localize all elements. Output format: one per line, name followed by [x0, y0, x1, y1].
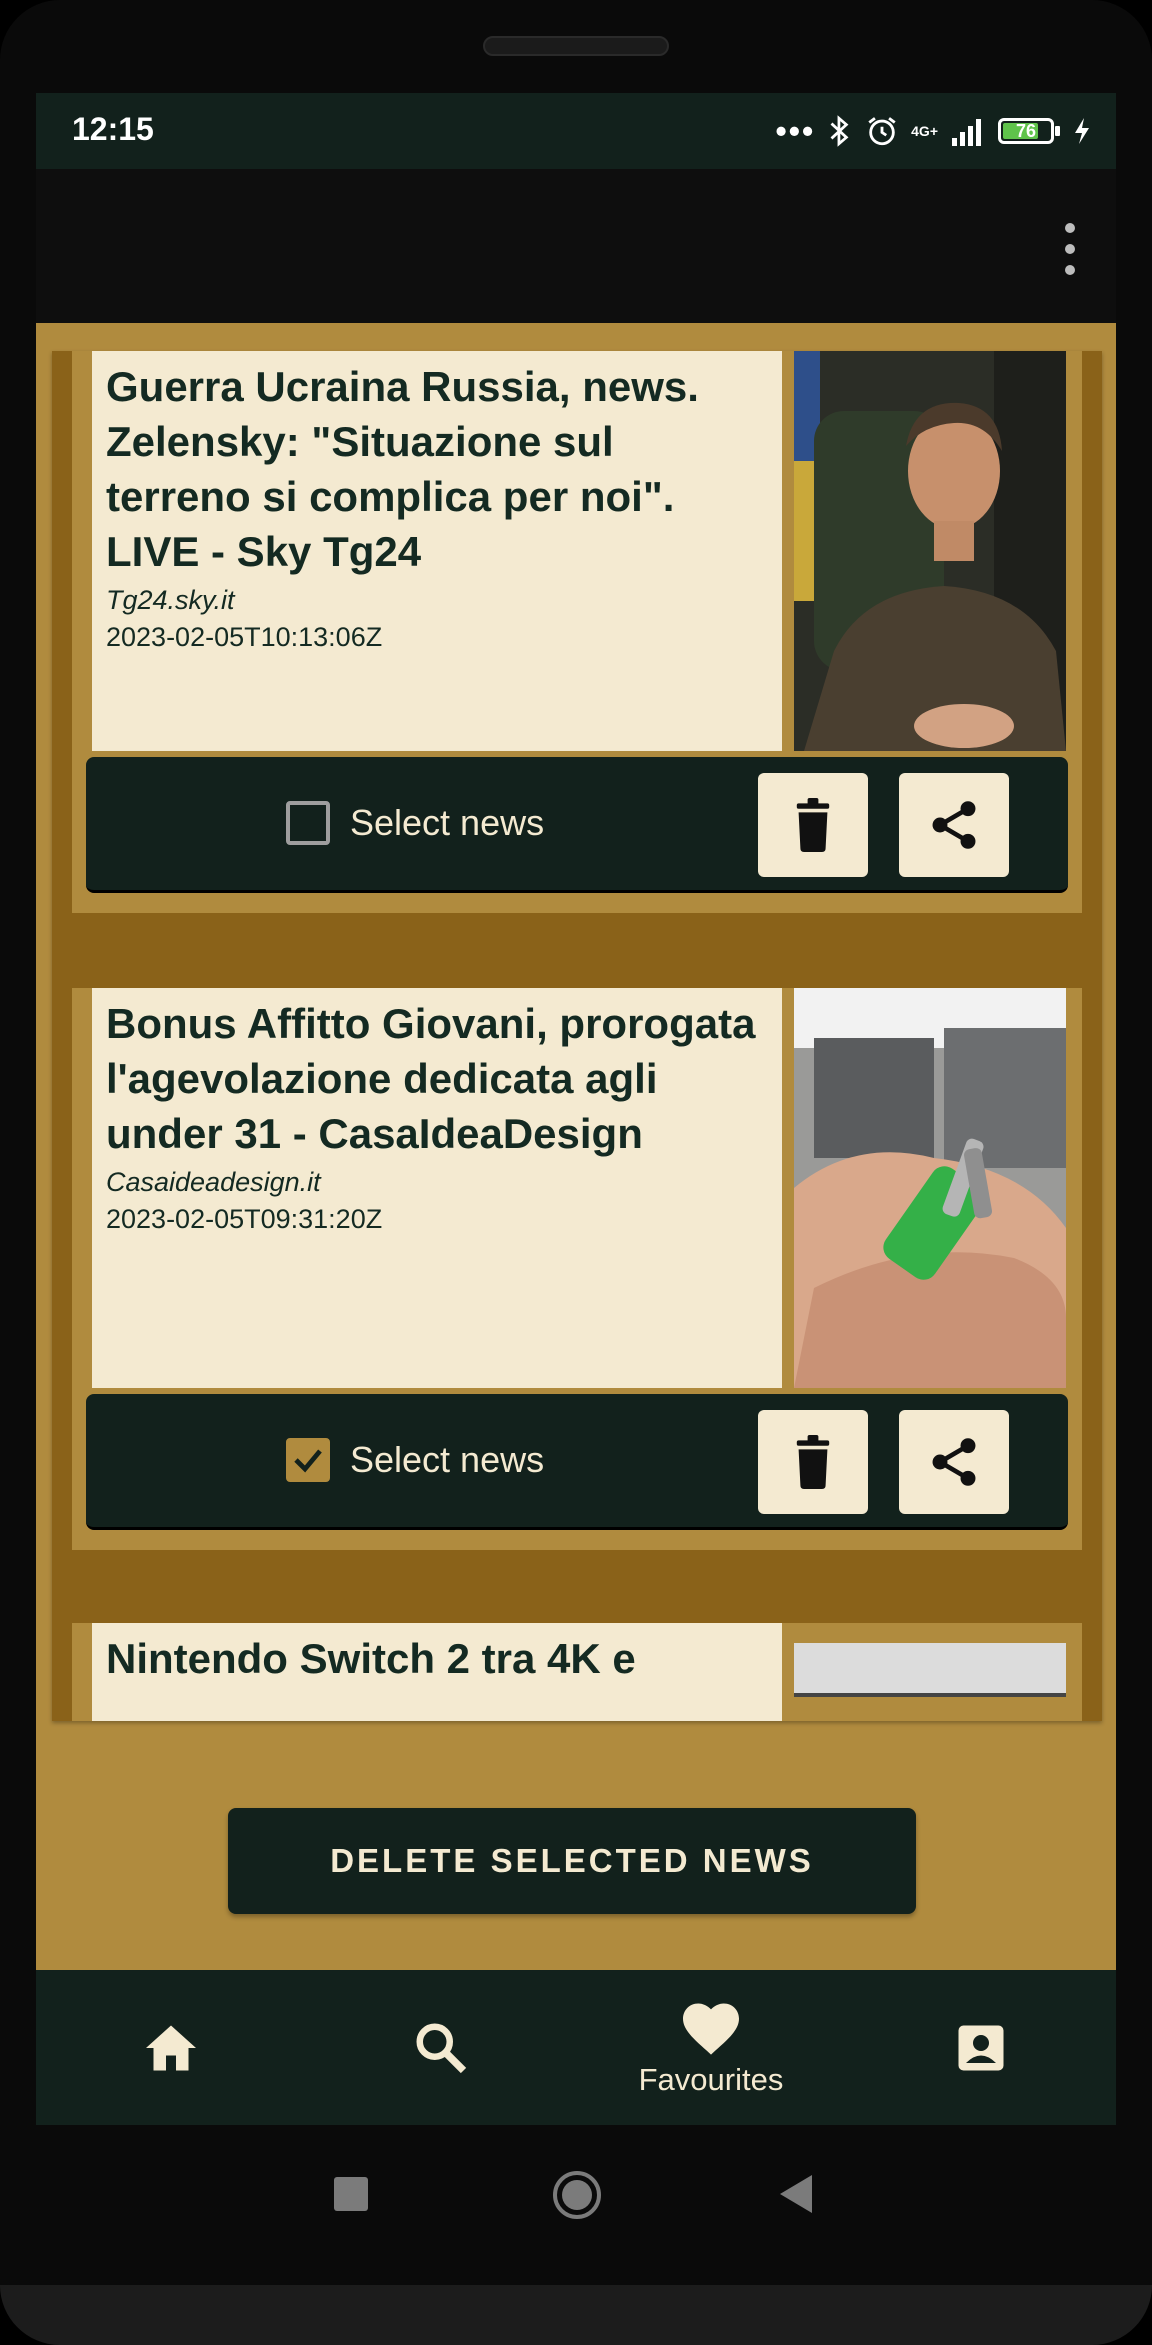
trash-icon: [796, 1435, 830, 1489]
news-card-body[interactable]: Nintendo Switch 2 tra 4K e: [92, 1623, 782, 1721]
phone-frame: 12:15 ••• 4G+ 76 Guerra Ucraina Russia, …: [0, 0, 1152, 2345]
nav-home[interactable]: [36, 1970, 306, 2125]
news-actions: Select news: [86, 1394, 1068, 1530]
nav-favourites[interactable]: Favourites: [576, 1970, 846, 2125]
battery-level: 76: [1015, 120, 1037, 141]
delete-selected-button[interactable]: DELETE SELECTED NEWS: [228, 1808, 916, 1914]
phone-chin: [0, 2285, 1152, 2345]
news-image[interactable]: [794, 1643, 1066, 1697]
home-system-button[interactable]: [551, 2169, 603, 2226]
select-news-checkbox[interactable]: [286, 1438, 330, 1482]
delete-news-button[interactable]: [758, 773, 868, 877]
news-date: 2023-02-05T09:31:20Z: [106, 1204, 383, 1234]
charging-icon: [1075, 118, 1089, 144]
select-news-toggle[interactable]: Select news: [286, 1438, 544, 1482]
nav-search[interactable]: [306, 1970, 576, 2125]
recents-icon: [334, 2177, 368, 2211]
news-date: 2023-02-05T10:13:06Z: [106, 622, 383, 652]
news-card: Nintendo Switch 2 tra 4K e: [72, 1623, 1082, 1721]
news-card: Guerra Ucraina Russia, news. Zelensky: "…: [72, 351, 1082, 913]
home-circle-icon: [553, 2171, 601, 2219]
trash-icon: [796, 798, 830, 852]
news-source: Tg24.sky.it: [106, 585, 235, 615]
news-actions: Select news: [86, 757, 1068, 893]
network-type: 4G+: [911, 123, 938, 139]
delete-news-button[interactable]: [758, 1410, 868, 1514]
checkmark-icon: [294, 1449, 322, 1473]
share-icon: [932, 801, 976, 849]
news-title: Guerra Ucraina Russia, news. Zelensky: "…: [106, 363, 699, 575]
share-icon: [932, 1438, 976, 1486]
nav-favourites-label: Favourites: [638, 2061, 784, 2097]
share-news-button[interactable]: [899, 1410, 1009, 1514]
news-image[interactable]: [794, 988, 1066, 1388]
select-news-label: Select news: [350, 802, 545, 843]
news-card-body[interactable]: Guerra Ucraina Russia, news. Zelensky: "…: [92, 351, 782, 751]
news-source: Casaideadesign.it: [106, 1167, 321, 1197]
status-bar: 12:15 ••• 4G+ 76: [36, 93, 1116, 169]
status-icons: ••• 4G+ 76: [776, 107, 1092, 155]
news-image[interactable]: [794, 351, 1066, 751]
news-card: Bonus Affitto Giovani, prorogata l'agevo…: [72, 988, 1082, 1550]
bluetooth-icon: [830, 115, 849, 147]
select-news-checkbox[interactable]: [286, 801, 330, 845]
select-news-label: Select news: [350, 1439, 545, 1480]
back-triangle-icon: [780, 2175, 812, 2213]
search-icon: [416, 2023, 467, 2073]
news-title: Bonus Affitto Giovani, prorogata l'agevo…: [106, 1000, 756, 1157]
heart-icon: [683, 2002, 739, 2055]
news-list[interactable]: Guerra Ucraina Russia, news. Zelensky: "…: [52, 351, 1102, 1721]
app-bar: [36, 169, 1116, 323]
news-card-body[interactable]: Bonus Affitto Giovani, prorogata l'agevo…: [92, 988, 782, 1388]
news-title: Nintendo Switch 2 tra 4K e: [106, 1635, 636, 1682]
home-icon: [146, 2025, 196, 2070]
system-navigation-bar: [0, 2125, 1152, 2285]
battery-icon: 76: [998, 118, 1060, 144]
alarm-icon: [868, 117, 896, 146]
app-screen: 12:15 ••• 4G+ 76 Guerra Ucraina Russia, …: [36, 93, 1116, 2125]
nav-account[interactable]: [846, 1970, 1116, 2125]
select-news-toggle[interactable]: Select news: [286, 801, 544, 845]
more-notifications-icon: •••: [775, 112, 816, 149]
status-time: 12:15: [72, 111, 154, 147]
earpiece-speaker: [483, 36, 669, 56]
share-news-button[interactable]: [899, 773, 1009, 877]
account-box-icon: [958, 2025, 1004, 2070]
overflow-menu-icon[interactable]: [1064, 223, 1076, 275]
signal-icon: [952, 119, 981, 146]
recents-button[interactable]: [334, 2177, 370, 2218]
bottom-navigation: Favourites: [36, 1970, 1116, 2125]
back-button[interactable]: [780, 2175, 814, 2218]
